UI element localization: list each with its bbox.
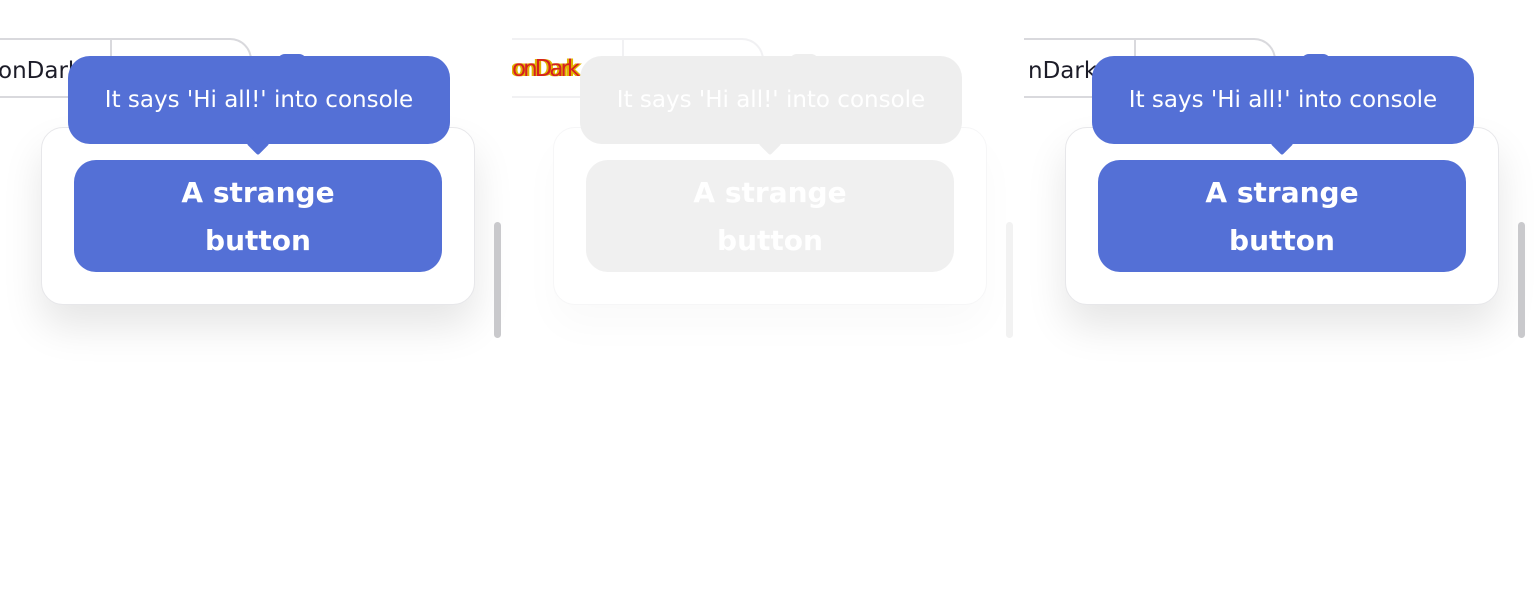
tooltip: It says 'Hi all!' into console [1092, 56, 1474, 156]
strange-button[interactable]: A strange button [586, 160, 954, 272]
strange-button[interactable]: A strange button [1098, 160, 1466, 272]
tooltip: It says 'Hi all!' into console [580, 56, 962, 156]
button-label-line-2: button [1229, 224, 1335, 257]
scrollbar[interactable] [1518, 222, 1525, 338]
glitched-toolbar-label: onDark [512, 56, 580, 82]
tooltip-text: It says 'Hi all!' into console [616, 87, 926, 113]
button-label-line-1: A strange [693, 176, 847, 209]
tooltip-text: It says 'Hi all!' into console [1128, 87, 1438, 113]
tooltip-text: It says 'Hi all!' into console [104, 87, 414, 113]
button-label-line-2: button [205, 224, 311, 257]
stage: onDark nd A strange button It says 'Hi a… [0, 0, 1536, 600]
scrollbar[interactable] [494, 222, 501, 338]
button-label-line-2: button [717, 224, 823, 257]
panel-normal-2: nDark nd A strange button It says 'Hi al… [1024, 0, 1536, 600]
panel-faded: onDark nd A strange button It says 'Hi a… [512, 0, 1024, 600]
scrollbar[interactable] [1006, 222, 1013, 338]
toolbar-segment-label: nDark [1028, 58, 1098, 84]
button-label-line-1: A strange [1205, 176, 1359, 209]
tooltip: It says 'Hi all!' into console [68, 56, 450, 156]
button-label-line-1: A strange [181, 176, 335, 209]
strange-button[interactable]: A strange button [74, 160, 442, 272]
panel-normal-1: onDark nd A strange button It says 'Hi a… [0, 0, 512, 600]
